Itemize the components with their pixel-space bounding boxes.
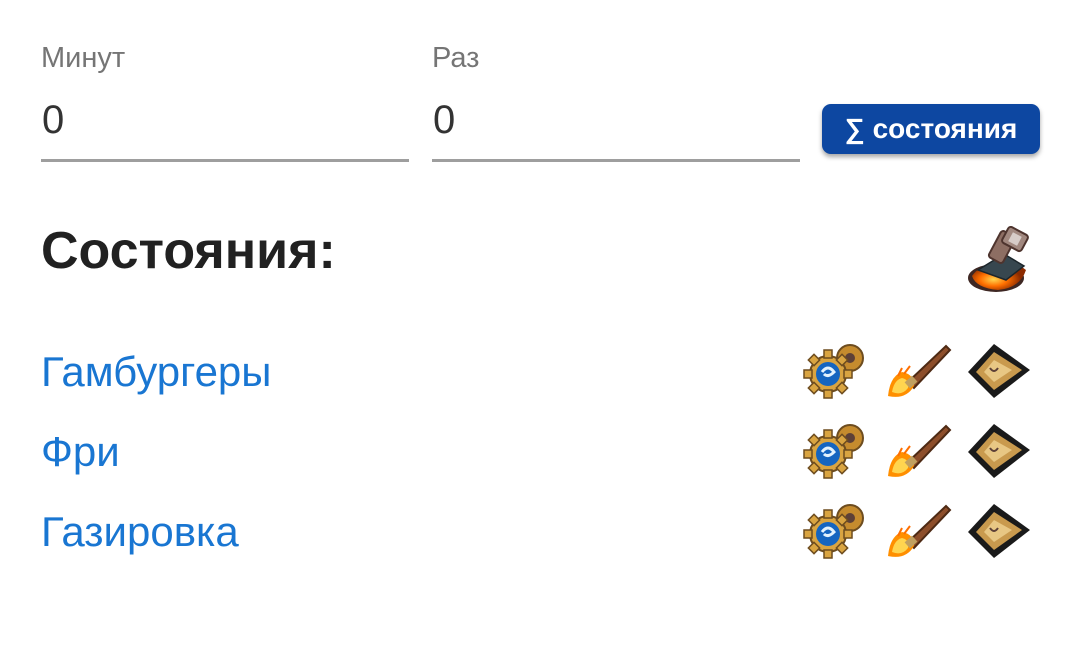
sum-states-button-label: состояния (872, 113, 1018, 144)
gear-icon[interactable] (802, 338, 870, 404)
state-link-hamburgers[interactable]: Гамбургеры (41, 346, 271, 398)
state-link-fries[interactable]: Фри (41, 426, 120, 478)
state-link-soda[interactable]: Газировка (41, 506, 239, 558)
torch-brush-icon[interactable] (884, 418, 952, 484)
state-row-soda: Газировка (0, 498, 1080, 568)
torch-brush-icon[interactable] (884, 498, 952, 564)
arrowhead-icon[interactable] (964, 338, 1032, 404)
minutes-input[interactable] (41, 95, 409, 162)
minutes-field: Минут (41, 40, 409, 162)
sum-states-button[interactable]: ∑ состояния (822, 104, 1040, 154)
times-label: Раз (432, 42, 480, 74)
forge-hammer-icon[interactable] (964, 226, 1034, 296)
torch-brush-icon[interactable] (884, 338, 952, 404)
times-field: Раз (432, 40, 800, 162)
arrowhead-icon[interactable] (964, 418, 1032, 484)
states-title: Состояния: (41, 222, 336, 280)
state-row-hamburgers: Гамбургеры (0, 338, 1080, 408)
times-input[interactable] (432, 95, 800, 162)
state-row-fries: Фри (0, 418, 1080, 488)
sigma-icon: ∑ (844, 113, 865, 144)
arrowhead-icon[interactable] (964, 498, 1032, 564)
gear-icon[interactable] (802, 498, 870, 564)
gear-icon[interactable] (802, 418, 870, 484)
minutes-label: Минут (41, 42, 126, 74)
